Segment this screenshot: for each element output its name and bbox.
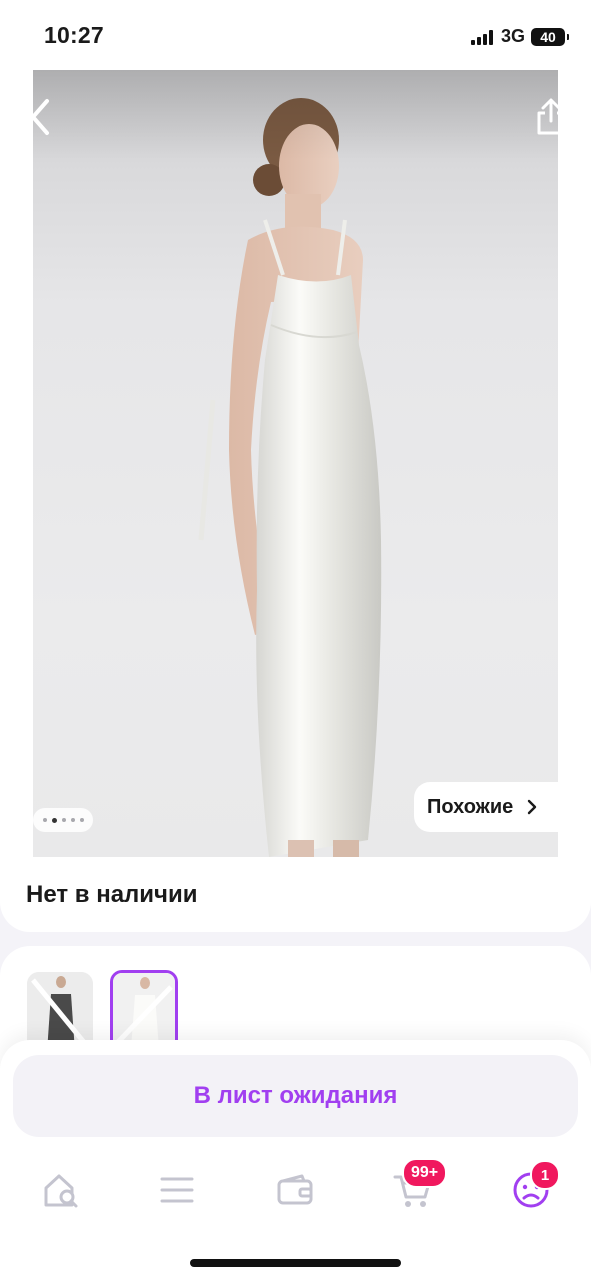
- chevron-right-icon: [528, 799, 537, 815]
- battery-level: 40: [540, 28, 556, 45]
- status-time: 10:27: [44, 22, 104, 48]
- gallery-pagination: [33, 808, 93, 832]
- share-icon: [537, 98, 565, 135]
- tab-wallet[interactable]: [267, 1162, 323, 1218]
- share-button[interactable]: [529, 95, 573, 139]
- variant-image: [113, 973, 175, 1049]
- gallery-dot-active: [51, 817, 57, 823]
- product-image[interactable]: [33, 70, 558, 857]
- gallery-dot: [79, 818, 84, 822]
- network-type: 3G: [500, 26, 525, 46]
- tab-home[interactable]: [33, 1162, 89, 1218]
- dress-photo: [198, 98, 382, 857]
- similar-label: Похожие: [427, 795, 514, 818]
- status-bar: 10:27 3G 40: [0, 0, 591, 70]
- gallery-dot: [61, 818, 66, 822]
- cart-badge: 99+: [402, 1158, 448, 1188]
- menu-icon: [160, 1177, 194, 1203]
- status-indicators: 3G 40: [470, 26, 569, 47]
- similar-button[interactable]: Похожие: [414, 782, 558, 832]
- availability-status: Нет в наличии: [26, 881, 198, 908]
- home-indicator: [190, 1259, 401, 1267]
- battery-icon: 40: [531, 27, 569, 46]
- waitlist-button[interactable]: В лист ожидания: [13, 1055, 578, 1137]
- home-search-icon: [44, 1174, 78, 1208]
- profile-badge: 1: [530, 1160, 560, 1190]
- chevron-left-icon: [31, 99, 49, 135]
- back-button[interactable]: [18, 95, 62, 139]
- signal-icon: [470, 29, 493, 45]
- tab-catalog[interactable]: [149, 1162, 205, 1218]
- gallery-dot: [42, 818, 47, 822]
- wallet-icon: [277, 1174, 313, 1205]
- gallery-dot: [70, 818, 75, 822]
